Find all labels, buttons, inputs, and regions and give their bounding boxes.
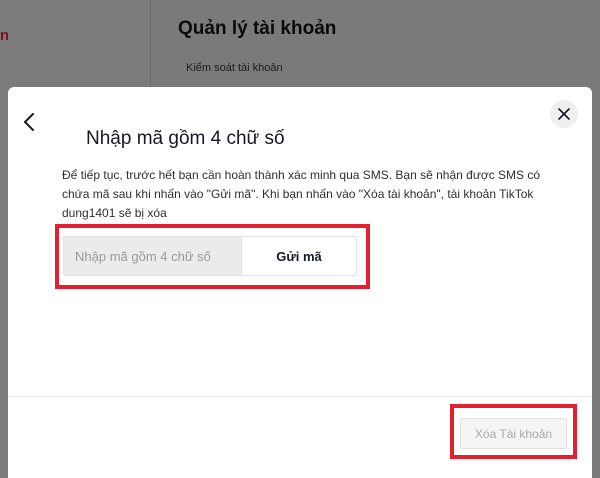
section-label: Kiểm soát tài khoản — [186, 62, 283, 74]
back-button[interactable] — [20, 111, 38, 133]
verification-modal: Nhập mã gồm 4 chữ số Để tiếp tục, trước … — [8, 87, 592, 478]
delete-account-button[interactable]: Xóa Tài khoản — [460, 418, 567, 449]
send-code-button[interactable]: Gửi mã — [241, 237, 356, 275]
code-input[interactable] — [64, 237, 241, 275]
code-entry-row: Gửi mã — [63, 236, 357, 276]
page-title: Quản lý tài khoản — [178, 18, 337, 39]
modal-title: Nhập mã gồm 4 chữ số — [86, 128, 285, 149]
close-icon — [558, 108, 570, 120]
sidebar-accent-text: n — [0, 27, 8, 44]
chevron-left-icon — [24, 113, 34, 131]
footer-divider — [8, 396, 592, 397]
close-button[interactable] — [550, 100, 578, 128]
modal-description: Để tiếp tục, trước hết bạn cần hoàn thàn… — [62, 168, 541, 220]
